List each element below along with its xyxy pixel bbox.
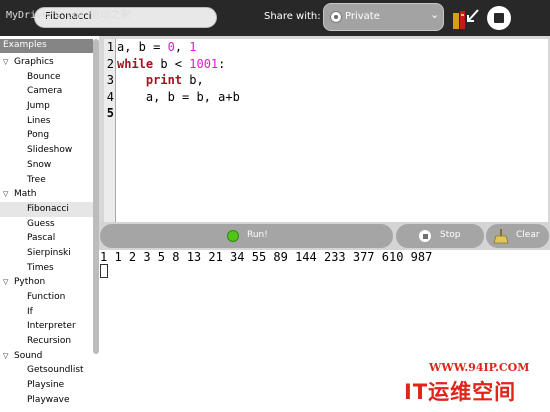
tree-item-bounce[interactable]: Bounce	[0, 70, 93, 85]
tree-category-sound[interactable]: ▽ Sound	[0, 349, 93, 364]
tree-item-playsine[interactable]: Playsine	[0, 378, 93, 393]
output-text: 1 1 2 3 5 8 13 21 34 55 89 144 233 377 6…	[100, 250, 433, 264]
run-button[interactable]: Run!	[100, 224, 393, 248]
book-spine-red	[460, 11, 465, 29]
examples-header: Examples	[0, 39, 93, 53]
run-label: Run!	[247, 230, 268, 240]
tree-item-times[interactable]: Times	[0, 261, 93, 276]
examples-tree: ▽ Graphics Bounce Camera Jump Lines Pong Slides…	[0, 55, 93, 408]
code-keyword: print	[145, 73, 183, 87]
tree-category-python[interactable]: ▽ Python	[0, 275, 93, 290]
code-text: a, b = b, a+b	[117, 89, 240, 104]
code-number: 1001	[189, 56, 219, 71]
code-text: ,	[174, 40, 190, 54]
run-icon	[227, 230, 239, 242]
watermark-url: WWW.94IP.COM	[429, 361, 530, 374]
code-text: b,	[182, 73, 204, 87]
chevron-down-icon: ⌄	[430, 8, 440, 21]
code-line: a, b = 0, 1	[117, 39, 548, 56]
stop-button[interactable]: Stop	[396, 224, 484, 248]
share-select[interactable]: Private ⌄	[323, 3, 444, 31]
tree-item-snow[interactable]: Snow	[0, 158, 93, 173]
tree-item-sierpinski[interactable]: Sierpinski	[0, 246, 93, 261]
broom-handle	[500, 229, 502, 236]
tree-item-pascal[interactable]: Pascal	[0, 231, 93, 246]
tree-item-camera[interactable]: Camera	[0, 84, 93, 99]
watermark-top: MyDrivers.com 驱动之家	[6, 10, 131, 21]
arrow-shaft	[467, 9, 479, 22]
expand-triangle-icon[interactable]: ▽	[3, 55, 8, 70]
expand-triangle-icon[interactable]: ▽	[3, 187, 8, 202]
book-spine-yellow	[453, 13, 459, 29]
radio-icon	[330, 11, 342, 23]
tree-item-function[interactable]: Function	[0, 290, 93, 305]
tree-item-jump[interactable]: Jump	[0, 99, 93, 114]
watermark-brand: IT运维空间	[404, 380, 517, 404]
line-number: 1	[106, 40, 114, 54]
tree-item-guess[interactable]: Guess	[0, 217, 93, 232]
clear-button[interactable]: Clear	[486, 224, 549, 248]
tree-category-label: Sound	[14, 350, 43, 361]
share-value: Private	[345, 11, 380, 22]
line-number: 4	[106, 89, 114, 104]
line-number: 5	[106, 106, 114, 120]
line-number: 2	[106, 56, 114, 71]
line-number: 3	[106, 73, 114, 87]
tree-item-getsoundlist[interactable]: Getsoundlist	[0, 363, 93, 378]
tree-item-playwave[interactable]: Playwave	[0, 393, 93, 408]
examples-sidebar: Examples ▽ Graphics Bounce Camera Jump Lines P…	[0, 36, 99, 412]
tree-category-graphics[interactable]: ▽ Graphics	[0, 55, 93, 70]
code-line: a, b = b, a+b	[117, 89, 548, 106]
tree-category-math[interactable]: ▽ Math	[0, 187, 93, 202]
tree-item-interpreter[interactable]: Interpreter	[0, 319, 93, 334]
open-books-icon[interactable]	[452, 7, 480, 31]
code-number: 0	[167, 40, 175, 54]
tree-item-slideshow[interactable]: Slideshow	[0, 143, 93, 158]
stop-icon[interactable]	[487, 6, 511, 30]
tree-category-label: Python	[14, 277, 46, 288]
tree-item-fibonacci[interactable]: Fibonacci	[0, 201, 93, 217]
tree-item-pong[interactable]: Pong	[0, 128, 93, 143]
expand-triangle-icon[interactable]: ▽	[3, 275, 8, 290]
tree-category-label: Graphics	[14, 57, 54, 67]
code-keyword: while	[117, 56, 154, 71]
code-line: while b < 1001:	[117, 56, 548, 73]
clear-label: Clear	[516, 230, 540, 240]
broom-brush	[493, 235, 509, 244]
tree-category-label: Math	[14, 189, 37, 200]
tree-item-recursion[interactable]: Recursion	[0, 334, 93, 349]
broom-icon	[493, 229, 509, 244]
line-number-gutter: 1 2 3 4 5	[104, 39, 116, 222]
expand-triangle-icon[interactable]: ▽	[3, 349, 8, 364]
tree-item-if[interactable]: If	[0, 305, 93, 320]
code-text: b <	[153, 56, 190, 71]
book-spine-mark	[461, 14, 464, 16]
code-text: a, b =	[117, 40, 168, 54]
code-editor[interactable]: a, b = 0, 1 while b < 1001: print b, a, b…	[116, 39, 548, 222]
stop-icon	[419, 230, 431, 242]
tree-item-lines[interactable]: Lines	[0, 114, 93, 129]
share-with-label: Share with:	[264, 11, 321, 22]
stop-label: Stop	[440, 230, 461, 240]
text-cursor	[100, 264, 108, 278]
code-line: print b,	[117, 72, 548, 89]
code-number: 1	[189, 40, 197, 54]
tree-item-tree[interactable]: Tree	[0, 173, 93, 188]
code-text: :	[218, 56, 226, 71]
